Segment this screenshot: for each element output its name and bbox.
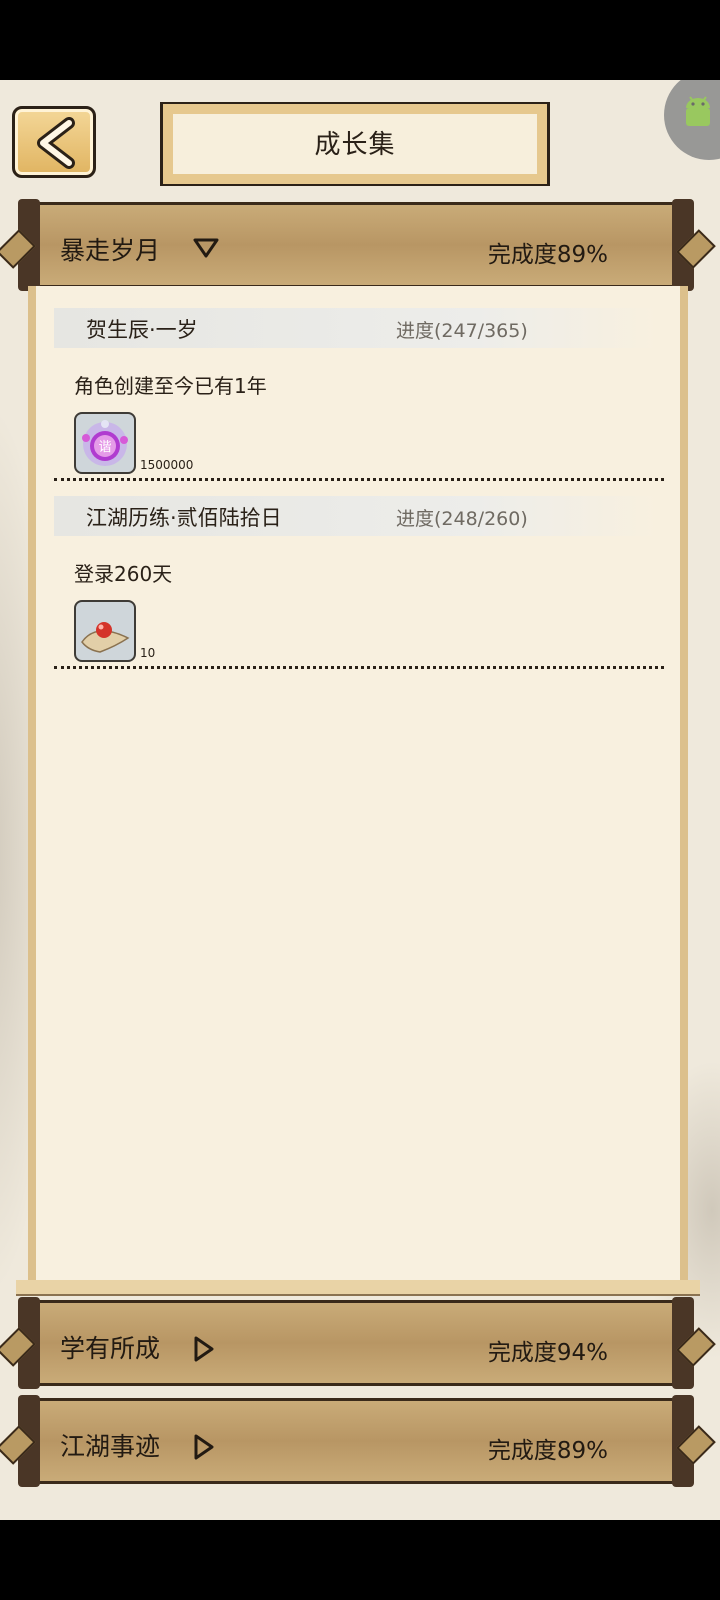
triangle-right-icon bbox=[194, 1336, 214, 1362]
achievement-header: 江湖历练·贰佰陆拾日 进度(248/260) bbox=[54, 496, 658, 536]
category-bar-jianghu[interactable]: 江湖事迹 完成度89% bbox=[0, 1395, 716, 1487]
title-plaque: 成长集 bbox=[160, 102, 550, 186]
category-completion: 完成度89% bbox=[487, 1438, 608, 1464]
achievement-header: 贺生辰·一岁 进度(247/365) bbox=[54, 308, 658, 348]
achievement-name: 江湖历练·贰佰陆拾日 bbox=[86, 506, 282, 530]
category-title: 江湖事迹 bbox=[60, 1432, 161, 1461]
reward-count: 10 bbox=[140, 646, 156, 660]
scroll-edge bbox=[16, 1280, 700, 1296]
achievement-name: 贺生辰·一岁 bbox=[86, 318, 198, 342]
reward-item[interactable]: 谐 bbox=[74, 412, 136, 474]
achievement-progress: 进度(247/365) bbox=[396, 320, 528, 342]
achievement-description: 登录260天 bbox=[74, 562, 173, 586]
category-title: 学有所成 bbox=[60, 1334, 161, 1363]
reward-item[interactable] bbox=[74, 600, 136, 662]
back-button[interactable] bbox=[12, 106, 96, 178]
red-pearl-scroll-icon bbox=[81, 622, 130, 653]
game-screen: 成长集 暴走岁月 完成度89% 贺生辰·一岁 进度(247/365) 角色创建至… bbox=[0, 80, 720, 1520]
achievement-description: 角色创建至今已有1年 bbox=[74, 374, 267, 398]
category-title: 暴走岁月 bbox=[60, 236, 161, 265]
android-icon bbox=[686, 96, 710, 126]
divider bbox=[54, 666, 664, 669]
floating-assist-button[interactable] bbox=[664, 80, 720, 160]
achievement-progress: 进度(248/260) bbox=[396, 508, 528, 530]
achievement-item: 江湖历练·贰佰陆拾日 进度(248/260) 登录260天 10 bbox=[54, 496, 674, 676]
page-title: 成长集 bbox=[314, 130, 396, 160]
category-bar-xueyou[interactable]: 学有所成 完成度94% bbox=[0, 1297, 716, 1389]
svg-text:谐: 谐 bbox=[98, 440, 111, 455]
achievement-item: 贺生辰·一岁 进度(247/365) 角色创建至今已有1年 谐 1500000 bbox=[54, 308, 674, 488]
reward-count: 1500000 bbox=[140, 458, 194, 472]
triangle-down-icon bbox=[193, 238, 219, 258]
divider bbox=[54, 478, 664, 481]
triangle-right-icon bbox=[194, 1434, 214, 1460]
category-completion: 完成度89% bbox=[487, 242, 608, 268]
purple-talisman-icon: 谐 bbox=[82, 420, 128, 466]
achievement-panel[interactable]: 贺生辰·一岁 进度(247/365) 角色创建至今已有1年 谐 1500000 bbox=[16, 286, 700, 1296]
category-bar-baozou[interactable]: 暴走岁月 完成度89% bbox=[0, 199, 716, 291]
chevron-left-icon bbox=[37, 117, 75, 169]
category-completion: 完成度94% bbox=[487, 1340, 608, 1366]
